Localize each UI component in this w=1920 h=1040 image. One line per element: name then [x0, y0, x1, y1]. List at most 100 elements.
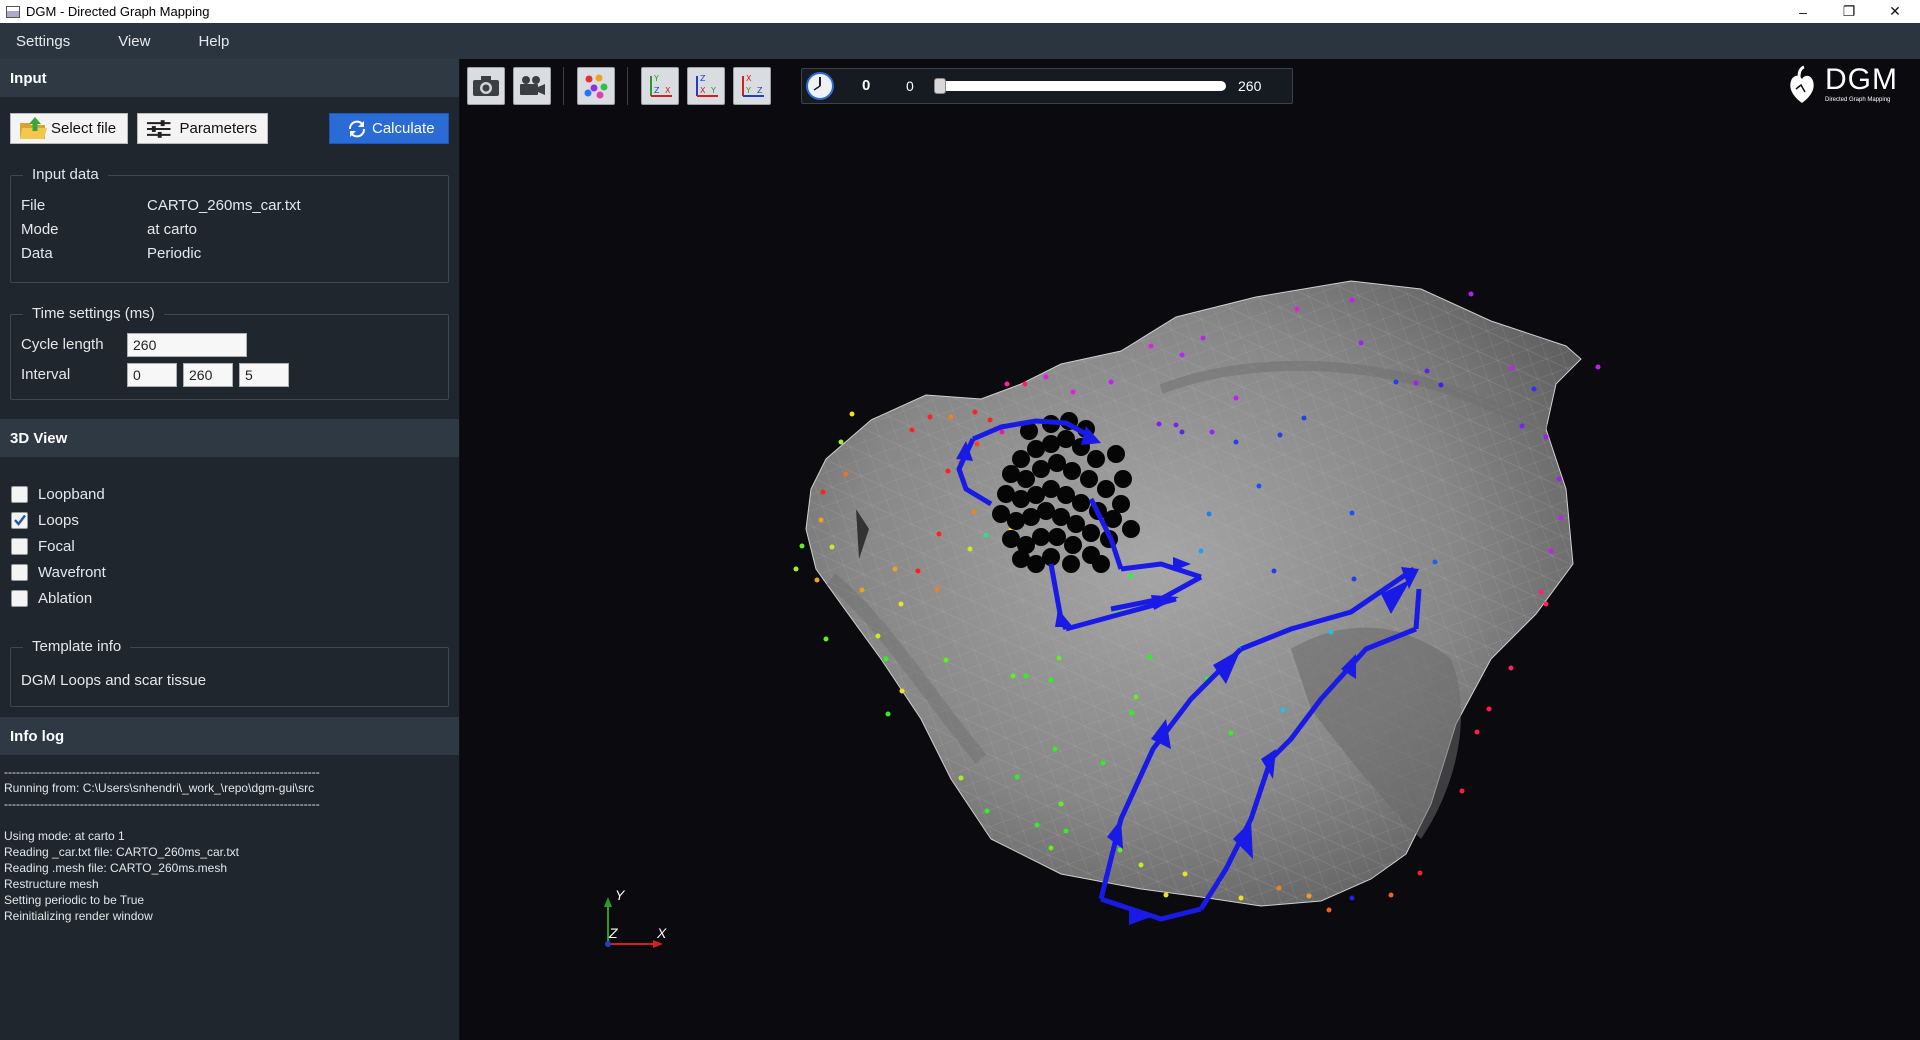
select-file-button[interactable]: Select file: [10, 113, 128, 144]
axis-y-label: Y: [615, 887, 625, 903]
loops-label: Loops: [38, 511, 79, 529]
option-wavefront[interactable]: Wavefront: [11, 562, 106, 582]
title-bar: DGM - Directed Graph Mapping – ❐ ✕: [0, 0, 1920, 23]
svg-text:Y: Y: [745, 86, 751, 95]
interval-start-input[interactable]: [127, 363, 177, 387]
view-xz-button[interactable]: Z Y X: [687, 67, 725, 105]
calculate-label: Calculate: [372, 120, 435, 137]
heart-mesh-scene: [604, 280, 1601, 948]
svg-text:Z: Z: [700, 74, 706, 83]
parameters-label: Parameters: [179, 120, 257, 137]
heart-logo-icon: [1790, 65, 1814, 103]
loopband-checkbox[interactable]: [11, 485, 28, 503]
view3d-header: 3D View: [0, 419, 459, 457]
log-line: Restructure mesh: [4, 877, 99, 891]
loops-checkbox[interactable]: [11, 511, 28, 529]
time-controls: 0 0 260: [801, 68, 1293, 104]
logo-subtitle: Directed Graph Mapping: [1825, 97, 1891, 103]
refresh-icon: [349, 120, 365, 137]
mode-value: at carto: [147, 221, 198, 238]
axis-z-label: Z: [609, 925, 618, 941]
electrode-points: [793, 291, 1601, 913]
loopband-label: Loopband: [38, 485, 105, 503]
time-slider[interactable]: [934, 78, 1226, 94]
atrium-mesh: [805, 280, 1582, 907]
dgm-logo: DGM Directed Graph Mapping: [1787, 63, 1917, 107]
time-value: 0: [862, 77, 871, 94]
svg-text:Y: Y: [710, 86, 716, 95]
logo-text: DGM: [1825, 63, 1898, 96]
log-line: Using mode: at carto 1: [4, 829, 125, 843]
folder-icon: [20, 116, 47, 139]
parameters-button[interactable]: Parameters: [137, 113, 268, 144]
menu-bar: Settings View Help: [0, 23, 1920, 59]
view-xy-button[interactable]: Y X Z: [641, 67, 679, 105]
mode-key: Mode: [21, 221, 59, 238]
data-value: Periodic: [147, 245, 202, 262]
camera-icon: [473, 76, 499, 96]
render-viewport[interactable]: Y X Z Z Y X X Z Y 0 0 260 DGM Directed G…: [461, 59, 1920, 1040]
log-line: Running from: C:\Users\snhendri\_work_\r…: [4, 781, 315, 795]
log-line: Reinitializing render window: [4, 909, 153, 923]
clock-icon[interactable]: [805, 71, 835, 101]
sliders-icon: [146, 119, 171, 138]
time-settings-group: Time settings (ms) Cycle length Interval: [10, 305, 449, 400]
view-yz-button[interactable]: X Z Y: [733, 67, 771, 105]
app-icon: [6, 5, 20, 18]
minimize-button[interactable]: –: [1780, 0, 1826, 23]
restore-button[interactable]: ❐: [1826, 0, 1872, 23]
svg-text:Z: Z: [757, 86, 763, 95]
ablation-label: Ablation: [38, 589, 93, 607]
cycle-length-input[interactable]: [127, 333, 247, 357]
color-points-icon: [584, 74, 608, 99]
data-key: Data: [21, 245, 53, 262]
log-line: ----------------------------------------…: [4, 797, 320, 811]
scar-tissue: [992, 412, 1140, 573]
menu-settings[interactable]: Settings: [16, 33, 70, 50]
log-line: ----------------------------------------…: [4, 765, 320, 779]
wavefront-checkbox[interactable]: [11, 563, 28, 581]
slider-min-label: 0: [906, 78, 914, 94]
focal-checkbox[interactable]: [11, 537, 28, 555]
record-video-button[interactable]: [513, 67, 551, 105]
menu-view[interactable]: View: [118, 33, 150, 50]
svg-text:X: X: [746, 74, 752, 83]
interval-step-input[interactable]: [239, 363, 289, 387]
svg-text:Y: Y: [653, 74, 659, 83]
select-file-label: Select file: [51, 120, 117, 137]
color-points-button[interactable]: [577, 67, 615, 105]
axis-x-label: X: [657, 925, 667, 941]
screenshot-button[interactable]: [467, 67, 505, 105]
wavefront-label: Wavefront: [38, 563, 106, 581]
view-yz-icon: X Z Y: [742, 74, 764, 97]
info-log-header: Info log: [0, 717, 459, 755]
calculate-button[interactable]: Calculate: [329, 113, 449, 144]
time-slider-handle[interactable]: [934, 78, 946, 94]
sidebar: Input Select file Parameters Calculate I…: [0, 59, 460, 1040]
slider-max-label: 260: [1238, 78, 1262, 94]
option-focal[interactable]: Focal: [11, 536, 75, 556]
svg-text:Z: Z: [654, 86, 660, 95]
checkmark-icon: [13, 514, 26, 526]
view-xz-icon: Z Y X: [696, 74, 718, 97]
log-line: Reading .mesh file: CARTO_260ms.mesh: [4, 861, 227, 875]
ablation-checkbox[interactable]: [11, 589, 28, 607]
file-key: File: [21, 197, 46, 214]
time-settings-title: Time settings (ms): [23, 305, 164, 322]
template-info-group: Template info DGM Loops and scar tissue: [10, 638, 449, 707]
close-button[interactable]: ✕: [1872, 0, 1918, 23]
input-data-group: Input data File CARTO_260ms_car.txt Mode…: [10, 166, 449, 283]
interval-end-input[interactable]: [183, 363, 233, 387]
video-camera-icon: [520, 76, 545, 95]
option-loops[interactable]: Loops: [11, 510, 79, 530]
file-value: CARTO_260ms_car.txt: [147, 197, 301, 214]
template-info-text: DGM Loops and scar tissue: [21, 672, 207, 689]
option-loopband[interactable]: Loopband: [11, 484, 105, 504]
menu-help[interactable]: Help: [198, 33, 229, 50]
cycle-length-label: Cycle length: [21, 336, 104, 353]
interval-label: Interval: [21, 366, 71, 383]
toolbar-separator: [563, 67, 564, 105]
log-line: Reading _car.txt file: CARTO_260ms_car.t…: [4, 845, 240, 859]
option-ablation[interactable]: Ablation: [11, 588, 92, 608]
input-data-title: Input data: [23, 166, 108, 183]
